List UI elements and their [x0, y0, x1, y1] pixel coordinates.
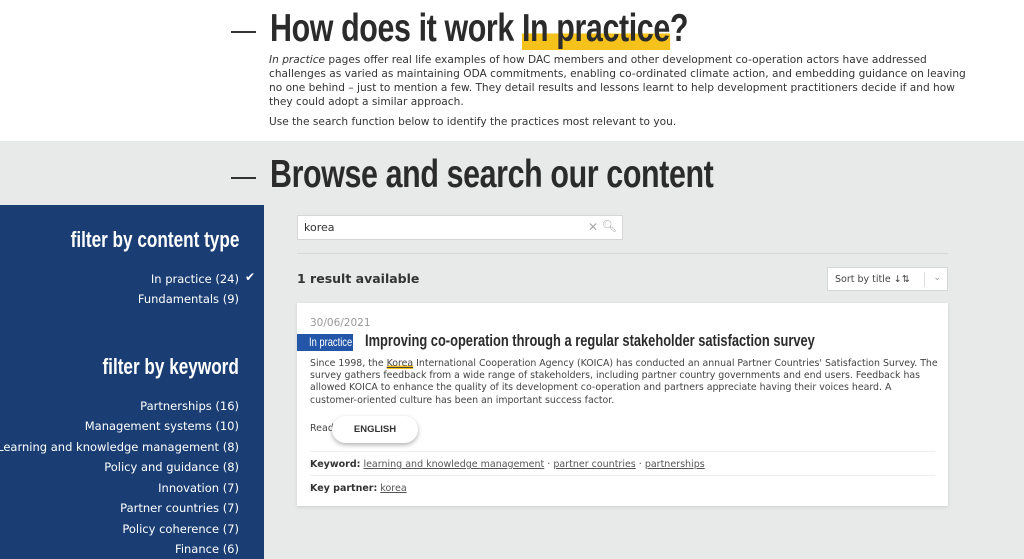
- filter-keyword[interactable]: Policy coherence (7): [122, 522, 239, 536]
- browse-title: Browse and search our content: [270, 153, 714, 196]
- search-input[interactable]: [298, 216, 578, 239]
- keyword-link[interactable]: partnerships: [645, 459, 705, 470]
- filter-fundamentals[interactable]: Fundamentals (9): [138, 292, 239, 306]
- keywords-row: Keyword: learning and knowledge manageme…: [310, 459, 705, 470]
- heading-dash: [231, 31, 256, 33]
- result-count: 1 result available: [297, 271, 420, 286]
- result-date: 30/06/2021: [310, 317, 371, 329]
- filter-keyword[interactable]: Partner countries (7): [120, 501, 239, 515]
- intro-text: In practice pages offer real life exampl…: [269, 54, 966, 128]
- search-icon[interactable]: 🔍︎: [602, 219, 617, 233]
- english-button[interactable]: ENGLISH: [332, 416, 418, 443]
- result-card: 30/06/2021 In practice Improving co-oper…: [297, 303, 948, 506]
- filter-keyword[interactable]: Innovation (7): [158, 481, 239, 495]
- intro-section: How does it work In practice? In practic…: [0, 0, 1024, 141]
- heading-dash: [231, 177, 256, 179]
- filter-keyword[interactable]: Learning and knowledge management (8): [0, 440, 239, 454]
- search-box: ✕ 🔍︎: [297, 215, 623, 240]
- content-type-badge: In practice: [297, 334, 353, 351]
- partner-link[interactable]: korea: [380, 483, 406, 494]
- result-title[interactable]: Improving co-operation through a regular…: [365, 331, 942, 351]
- sort-select[interactable]: Sort by title ↓⇅ ⌄: [827, 267, 948, 291]
- filter-keyword[interactable]: Finance (6): [175, 542, 239, 556]
- keyword-heading: filter by keyword: [102, 354, 239, 379]
- page-title: How does it work In practice?: [270, 7, 689, 50]
- filter-in-practice[interactable]: In practice (24): [151, 272, 239, 286]
- filter-keyword[interactable]: Policy and guidance (8): [104, 460, 239, 474]
- checkmark-icon: ✔: [245, 270, 256, 284]
- close-icon[interactable]: ✕: [588, 220, 598, 234]
- chevron-down-icon: ⌄: [933, 273, 941, 283]
- content-type-heading: filter by content type: [70, 227, 239, 252]
- filter-keyword[interactable]: Partnerships (16): [140, 399, 239, 413]
- filter-sidebar: filter by content type In practice (24) …: [0, 205, 264, 559]
- key-partner-row: Key partner: korea: [310, 483, 407, 494]
- divider: [297, 253, 948, 254]
- filter-keyword[interactable]: Management systems (10): [85, 419, 239, 433]
- keyword-link[interactable]: partner countries: [553, 459, 635, 470]
- result-description: Since 1998, the Korea International Coop…: [310, 358, 938, 406]
- keyword-link[interactable]: learning and knowledge management: [363, 459, 544, 470]
